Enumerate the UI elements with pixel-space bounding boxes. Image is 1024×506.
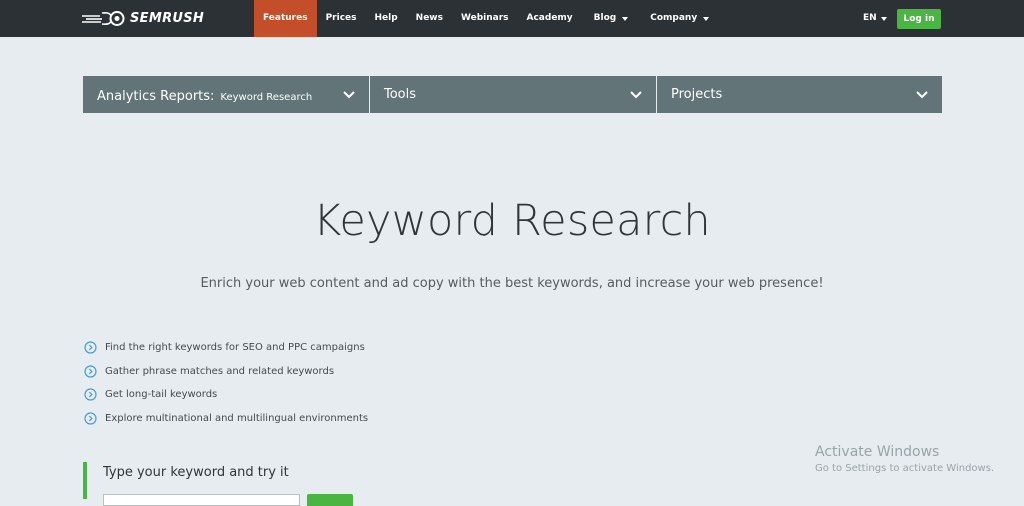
nav-label: Prices <box>325 13 357 23</box>
nav-item-blog[interactable]: Blog <box>582 0 641 37</box>
list-item: Explore multinational and multilingual e… <box>84 407 368 431</box>
nav-label: Academy <box>526 13 573 23</box>
chevron-down-icon <box>343 90 355 98</box>
chevron-circle-icon <box>84 412 97 425</box>
list-item: Find the right keywords for SEO and PPC … <box>84 336 368 360</box>
caret-down-icon <box>880 16 887 21</box>
analytics-reports-dropdown[interactable]: Analytics Reports: Keyword Research <box>83 76 369 113</box>
login-button[interactable]: Log in <box>897 9 941 29</box>
nav-label: Blog <box>593 13 617 23</box>
semrush-logo[interactable]: SEMRUSH <box>80 10 204 27</box>
watermark-subtitle: Go to Settings to activate Windows. <box>815 463 995 474</box>
category-current-value: Keyword Research <box>220 92 313 103</box>
semrush-flame-icon <box>82 11 125 26</box>
feature-text: Gather phrase matches and related keywor… <box>105 365 335 377</box>
category-label: Tools <box>384 87 417 102</box>
nav-item-prices[interactable]: Prices <box>317 0 366 37</box>
nav-item-academy[interactable]: Academy <box>518 0 582 37</box>
category-bar: Analytics Reports: Keyword Research Tools… <box>83 76 942 113</box>
nav-label: Company <box>650 13 698 23</box>
chevron-circle-icon <box>84 365 97 378</box>
category-label: Analytics Reports: <box>97 89 215 104</box>
list-item: Get long-tail keywords <box>84 383 368 407</box>
nav-label: Webinars <box>460 13 509 23</box>
page-title: Keyword Research <box>313 196 711 246</box>
watermark-title: Activate Windows <box>815 444 940 460</box>
nav-label: Help <box>374 13 398 23</box>
chevron-down-icon <box>916 90 928 98</box>
tools-dropdown[interactable]: Tools <box>370 76 656 113</box>
language-label: EN <box>863 13 877 23</box>
main-nav: Features Prices Help News Webinars Acade… <box>254 0 719 37</box>
feature-text: Explore multinational and multilingual e… <box>105 412 369 424</box>
nav-item-help[interactable]: Help <box>366 0 407 37</box>
chevron-circle-icon <box>84 341 97 354</box>
nav-label: Features <box>263 13 308 23</box>
projects-dropdown[interactable]: Projects <box>657 76 942 113</box>
try-keyword-label: Type your keyword and try it <box>103 465 289 480</box>
nav-item-company[interactable]: Company <box>640 0 719 37</box>
feature-text: Get long-tail keywords <box>105 389 218 401</box>
try-it-button[interactable] <box>307 494 353 506</box>
windows-activation-watermark: Activate Windows Go to Settings to activ… <box>815 444 994 474</box>
nav-label: News <box>415 13 443 23</box>
caret-down-icon <box>703 16 710 21</box>
chevron-down-icon <box>630 90 642 98</box>
nav-item-news[interactable]: News <box>407 0 452 37</box>
nav-item-features[interactable]: Features <box>254 0 317 37</box>
page-subtitle: Enrich your web content and ad copy with… <box>200 276 824 291</box>
nav-item-webinars[interactable]: Webinars <box>452 0 518 37</box>
feature-text: Find the right keywords for SEO and PPC … <box>105 342 365 354</box>
brand-name: SEMRUSH <box>130 11 205 26</box>
feature-list: Find the right keywords for SEO and PPC … <box>84 336 368 430</box>
language-selector[interactable]: EN <box>863 0 887 37</box>
category-label-wrap: Analytics Reports: Keyword Research <box>97 85 312 104</box>
top-navigation-bar: SEMRUSH Features Prices Help News Webina… <box>0 0 1024 37</box>
keyword-input[interactable] <box>103 494 300 506</box>
list-item: Gather phrase matches and related keywor… <box>84 360 368 384</box>
try-keyword-box: Type your keyword and try it <box>83 462 487 506</box>
caret-down-icon <box>622 16 629 21</box>
chevron-circle-icon <box>84 388 97 401</box>
category-label: Projects <box>671 87 723 102</box>
